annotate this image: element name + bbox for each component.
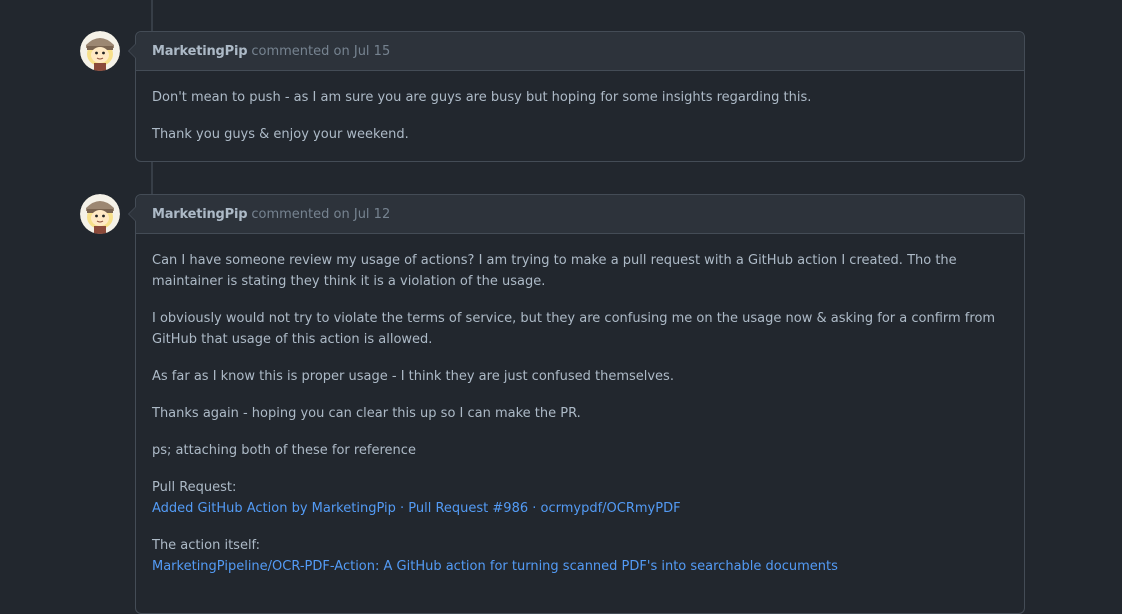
comment-paragraph: ps; attaching both of these for referenc… <box>152 443 416 458</box>
comment-meta: commented on Jul 15 <box>251 44 390 59</box>
comment-body: Can I have someone review my usage of ac… <box>136 234 1024 593</box>
comment-card: MarketingPip commented on Jul 12 Can I h… <box>128 194 1025 614</box>
avatar[interactable] <box>80 194 120 234</box>
comment-paragraph: Thanks again - hoping you can clear this… <box>152 406 581 421</box>
comment-paragraph: Can I have someone review my usage of ac… <box>152 253 957 289</box>
comment-date-link[interactable]: on Jul 12 <box>334 207 391 222</box>
comment-body: Don't mean to push - as I am sure you ar… <box>136 71 1024 161</box>
comment-meta: commented on Jul 12 <box>251 207 390 222</box>
comment-paragraph: Don't mean to push - as I am sure you ar… <box>152 90 812 105</box>
comment-card: MarketingPip commented on Jul 15 Don't m… <box>128 31 1025 162</box>
comment-date: Jul 15 <box>353 43 391 59</box>
comment-date-link[interactable]: on Jul 15 <box>334 44 391 59</box>
avatar[interactable] <box>80 31 120 71</box>
comment-paragraph: As far as I know this is proper usage - … <box>152 369 674 384</box>
timeline-line-middle <box>151 161 153 195</box>
comment-on: on <box>333 206 350 222</box>
comment-date: Jul 12 <box>353 206 391 222</box>
cartoon-avatar-icon <box>80 194 120 234</box>
comment-header: MarketingPip commented on Jul 12 <box>136 195 1024 234</box>
comment-paragraph: I obviously would not try to violate the… <box>152 311 996 347</box>
pr-reference: Pull Request: Added GitHub Action by Mar… <box>152 477 1008 519</box>
comment-paragraph: Thank you guys & enjoy your weekend. <box>152 127 409 142</box>
pr-label: Pull Request: <box>152 480 237 495</box>
author-link[interactable]: MarketingPip <box>152 44 248 59</box>
author-link[interactable]: MarketingPip <box>152 207 248 222</box>
timeline-line-top <box>151 0 153 32</box>
action-reference: The action itself: MarketingPipeline/OCR… <box>152 535 1008 577</box>
pr-link[interactable]: Added GitHub Action by MarketingPip · Pu… <box>152 501 681 516</box>
action-link[interactable]: MarketingPipeline/OCR-PDF-Action: A GitH… <box>152 559 838 574</box>
comment-action: commented <box>251 43 330 59</box>
comment-on: on <box>333 43 350 59</box>
comment-header: MarketingPip commented on Jul 15 <box>136 32 1024 71</box>
action-label: The action itself: <box>152 538 261 553</box>
cartoon-avatar-icon <box>80 31 120 71</box>
comment-action: commented <box>251 206 330 222</box>
